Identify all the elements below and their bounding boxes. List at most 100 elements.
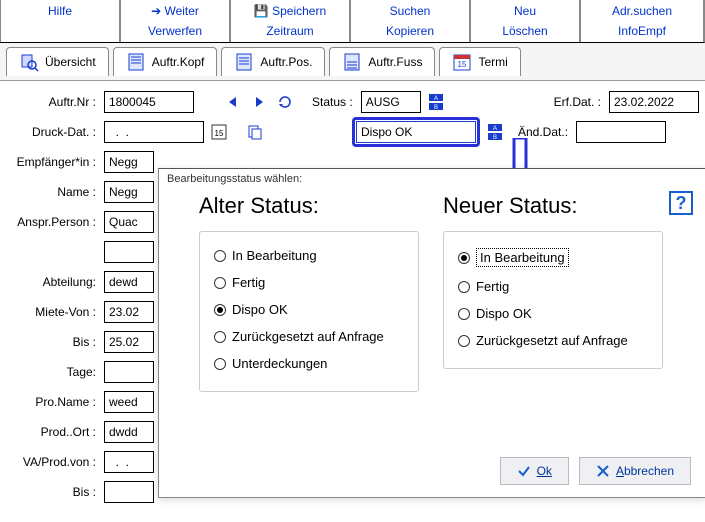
alter-status-heading: Alter Status:	[199, 193, 419, 219]
next-icon[interactable]	[248, 91, 270, 113]
tab-auftr-pos[interactable]: Auftr.Pos.	[221, 47, 325, 76]
menu-verwerfen[interactable]: Verwerfen	[121, 21, 229, 42]
status-dialog: Bearbeitungsstatus wählen: ? Alter Statu…	[158, 168, 705, 498]
aend-dat-input[interactable]	[576, 121, 666, 143]
bis-label: Bis :	[0, 335, 100, 349]
va-prod-input[interactable]	[104, 451, 154, 473]
menu-infoempf[interactable]: InfoEmpf	[581, 21, 703, 42]
menu-blank	[1, 21, 119, 42]
tab-termi[interactable]: 15 Termi	[439, 47, 520, 76]
radio-label: Zurückgesetzt auf Anfrage	[232, 329, 384, 344]
calendar-icon: 15	[452, 52, 472, 72]
svg-text:A: A	[493, 126, 497, 132]
svg-text:B: B	[434, 105, 438, 111]
name-input[interactable]	[104, 181, 154, 203]
erf-dat-label: Erf.Dat. :	[554, 95, 605, 109]
svg-text:15: 15	[215, 129, 224, 138]
radio-icon	[458, 281, 470, 293]
menu-loeschen[interactable]: Löschen	[471, 21, 579, 42]
radio-icon	[458, 308, 470, 320]
radio-icon	[214, 331, 226, 343]
alter-status-group: In Bearbeitung Fertig Dispo OK Zurückges…	[199, 231, 419, 392]
bis2-label: Bis :	[0, 485, 100, 499]
menu-hilfe[interactable]: Hilfe	[1, 0, 119, 21]
neuer-opt-dispo-ok[interactable]: Dispo OK	[458, 300, 648, 327]
status-input[interactable]	[361, 91, 421, 113]
status-label: Status :	[312, 95, 357, 109]
radio-label: Zurückgesetzt auf Anfrage	[476, 333, 628, 348]
radio-icon	[214, 358, 226, 370]
document-icon	[126, 52, 146, 72]
radio-label: Fertig	[476, 279, 509, 294]
tab-uebersicht[interactable]: Übersicht	[6, 47, 109, 76]
refresh-icon[interactable]	[274, 91, 296, 113]
erf-dat-input[interactable]	[609, 91, 699, 113]
radio-icon	[214, 250, 226, 262]
radio-icon	[458, 252, 470, 264]
neuer-opt-fertig[interactable]: Fertig	[458, 273, 648, 300]
auftr-nr-label: Auftr.Nr :	[0, 95, 100, 109]
bis2-input[interactable]	[104, 481, 154, 503]
tage-input[interactable]	[104, 361, 154, 383]
status-lookup-icon[interactable]: AB	[425, 91, 447, 113]
radio-label: Unterdeckungen	[232, 356, 327, 371]
ok-button[interactable]: Ok	[500, 457, 569, 485]
dialog-title: Bearbeitungsstatus wählen:	[159, 169, 705, 189]
druck-dat-input[interactable]	[104, 121, 204, 143]
empfaenger-label: Empfänger*in :	[0, 155, 100, 169]
calendar15-icon[interactable]: 15	[208, 121, 230, 143]
svg-text:A: A	[434, 96, 438, 102]
close-icon	[596, 464, 610, 478]
va-prod-label: VA/Prod.von :	[0, 455, 100, 469]
tab-label: Übersicht	[45, 55, 96, 69]
pro-name-label: Pro.Name :	[0, 395, 100, 409]
copy-icon[interactable]	[244, 121, 266, 143]
alter-opt-zurueckgesetzt[interactable]: Zurückgesetzt auf Anfrage	[214, 323, 404, 350]
menubar: Hilfe ➔ Weiter Verwerfen 💾 Speichern Zei…	[0, 0, 705, 43]
anspr-input[interactable]	[104, 211, 154, 233]
prev-icon[interactable]	[222, 91, 244, 113]
dispo-lookup-icon[interactable]: AB	[484, 121, 506, 143]
svg-text:B: B	[493, 135, 497, 141]
alter-opt-fertig[interactable]: Fertig	[214, 269, 404, 296]
menu-weiter[interactable]: ➔ Weiter	[121, 0, 229, 21]
abteilung-label: Abteilung:	[0, 275, 100, 289]
tab-auftr-kopf[interactable]: Auftr.Kopf	[113, 47, 218, 76]
radio-label: Dispo OK	[476, 306, 532, 321]
pro-name-input[interactable]	[104, 391, 154, 413]
abteilung-input[interactable]	[104, 271, 154, 293]
neuer-opt-zurueckgesetzt[interactable]: Zurückgesetzt auf Anfrage	[458, 327, 648, 354]
radio-label: Dispo OK	[232, 302, 288, 317]
menu-zeitraum[interactable]: Zeitraum	[231, 21, 349, 42]
menu-kopieren[interactable]: Kopieren	[351, 21, 469, 42]
tage-label: Tage:	[0, 365, 100, 379]
miete-von-label: Miete-Von :	[0, 305, 100, 319]
cancel-label: Abbrechen	[616, 464, 674, 478]
tab-auftr-fuss[interactable]: Auftr.Fuss	[329, 47, 435, 76]
document-icon	[234, 52, 254, 72]
radio-label: Fertig	[232, 275, 265, 290]
alter-opt-in-bearbeitung[interactable]: In Bearbeitung	[214, 242, 404, 269]
radio-icon	[214, 277, 226, 289]
bis-input[interactable]	[104, 331, 154, 353]
menu-neu[interactable]: Neu	[471, 0, 579, 21]
empfaenger-input[interactable]	[104, 151, 154, 173]
alter-opt-unterdeckungen[interactable]: Unterdeckungen	[214, 350, 404, 377]
menu-adr-suchen[interactable]: Adr.suchen	[581, 0, 703, 21]
tab-label: Auftr.Fuss	[368, 55, 422, 69]
anspr-extra-input[interactable]	[104, 241, 154, 263]
auftr-nr-input[interactable]	[104, 91, 194, 113]
miete-von-input[interactable]	[104, 301, 154, 323]
prod-ort-input[interactable]	[104, 421, 154, 443]
radio-label: In Bearbeitung	[232, 248, 317, 263]
neuer-opt-in-bearbeitung[interactable]: In Bearbeitung	[458, 242, 648, 273]
cancel-button[interactable]: Abbrechen	[579, 457, 691, 485]
name-label: Name :	[0, 185, 100, 199]
help-icon[interactable]: ?	[669, 191, 693, 215]
menu-suchen[interactable]: Suchen	[351, 0, 469, 21]
dispo-ok-input[interactable]	[356, 121, 476, 143]
menu-speichern[interactable]: 💾 Speichern	[231, 0, 349, 21]
alter-opt-dispo-ok[interactable]: Dispo OK	[214, 296, 404, 323]
ok-label: Ok	[537, 464, 552, 478]
aend-dat-label: Änd.Dat.:	[518, 125, 572, 139]
